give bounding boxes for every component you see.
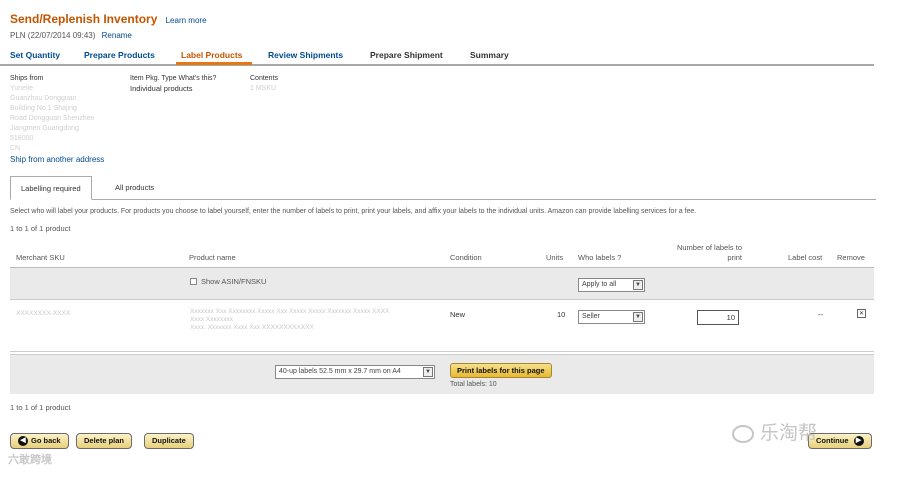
apply-to-all-value: Apply to all bbox=[582, 281, 617, 288]
column-remove: Remove bbox=[837, 253, 865, 262]
show-asin-checkbox[interactable] bbox=[190, 278, 197, 285]
column-label-cost: Label cost bbox=[788, 253, 823, 262]
product-name-line: Xxxx: Xxxxxxx Xxxx Xxx XXXXXXXXXXXX bbox=[190, 324, 314, 331]
item-sku[interactable]: XXXXXXXX-XXXX bbox=[16, 310, 70, 318]
learn-more-link[interactable]: Learn more bbox=[166, 16, 207, 25]
dropdown-arrow-icon: ▼ bbox=[633, 312, 643, 322]
ships-from-block: Ships from Yunelie Guanzhou Dongguan Bui… bbox=[10, 74, 94, 154]
continue-label: Continue bbox=[816, 436, 849, 445]
column-number-of-labels: Number of labels to print bbox=[676, 243, 742, 262]
item-units: 10 bbox=[557, 310, 566, 319]
address-line: Guanzhou Dongguan bbox=[10, 95, 77, 102]
plan-name: PLN (22/07/2014 09:43) bbox=[10, 31, 96, 40]
show-asin-label: Show ASIN/FNSKU bbox=[201, 277, 267, 286]
column-units[interactable]: Units bbox=[546, 253, 563, 262]
product-name-line: Xxxx Xxxxxxxx bbox=[190, 316, 233, 323]
column-merchant-sku[interactable]: Merchant SKU bbox=[16, 253, 65, 262]
delete-plan-button[interactable]: Delete plan bbox=[76, 433, 133, 449]
address-line: CN bbox=[10, 145, 21, 152]
product-name-line[interactable]: Xxxxxxx Xxx Xxxxxxxx Xxxxx Xxx Xxxxx Xxx… bbox=[190, 308, 440, 316]
products-table: Merchant SKU Product name Condition Unit… bbox=[10, 240, 874, 394]
table-header: Merchant SKU Product name Condition Unit… bbox=[10, 240, 874, 268]
pkg-type-label: Item Pkg. Type bbox=[130, 75, 177, 82]
label-format-select[interactable]: 40-up labels 52.5 mm x 29.7 mm on A4 ▼ bbox=[275, 365, 435, 379]
whats-this-link[interactable]: What's this? bbox=[179, 75, 217, 82]
column-condition[interactable]: Condition bbox=[450, 253, 482, 262]
workflow-steps: Set Quantity Prepare Products Label Prod… bbox=[0, 46, 874, 66]
address-line: Yunelie bbox=[10, 85, 33, 92]
wechat-icon bbox=[732, 424, 754, 443]
watermark-right-text: 乐淘帮 bbox=[760, 423, 818, 444]
step-prepare-products[interactable]: Prepare Products bbox=[84, 50, 155, 60]
step-set-quantity[interactable]: Set Quantity bbox=[10, 50, 60, 60]
address-line: Building No.1 Shajing bbox=[10, 105, 77, 112]
address-line: Jiangmen Guangdong bbox=[10, 125, 79, 132]
pkg-type-block: Item Pkg. Type What's this? Individual p… bbox=[130, 74, 216, 94]
contents-value: 1 MSKU bbox=[250, 85, 277, 92]
who-labels-select[interactable]: Seller ▼ bbox=[578, 310, 645, 324]
number-of-labels-input[interactable]: 10 bbox=[697, 310, 739, 325]
plan-name-line: PLN (22/07/2014 09:43) Rename bbox=[10, 31, 132, 40]
item-product-name: Xxxxxxx Xxx Xxxxxxxx Xxxxx Xxx Xxxxx Xxx… bbox=[190, 308, 440, 332]
product-count-top: 1 to 1 of 1 product bbox=[10, 224, 71, 233]
item-condition: New bbox=[450, 310, 466, 319]
contents-label: Contents bbox=[250, 75, 279, 82]
total-labels: Total labels: 10 bbox=[450, 381, 497, 388]
forward-arrow-icon: ▶ bbox=[853, 436, 864, 447]
page-title: Send/Replenish Inventory bbox=[10, 12, 158, 26]
label-tabs: Labelling required All products bbox=[10, 176, 876, 200]
go-back-button[interactable]: ◀ Go back bbox=[10, 433, 69, 449]
who-labels-value: Seller bbox=[582, 313, 600, 320]
back-arrow-icon: ◀ bbox=[18, 436, 28, 447]
step-review-shipments[interactable]: Review Shipments bbox=[268, 50, 343, 60]
watermark-right: 乐淘帮 bbox=[732, 418, 817, 445]
tab-all-products[interactable]: All products bbox=[105, 176, 164, 200]
pkg-type-value: Individual products bbox=[130, 84, 193, 93]
column-who-labels: Who labels ? bbox=[578, 253, 622, 262]
current-step-indicator bbox=[176, 62, 252, 65]
step-label-products[interactable]: Label Products bbox=[181, 50, 242, 60]
duplicate-button[interactable]: Duplicate bbox=[144, 433, 194, 449]
dropdown-arrow-icon: ▼ bbox=[633, 280, 643, 290]
contents-block: Contents 1 MSKU bbox=[250, 74, 278, 94]
table-row: XXXXXXXX-XXXX Xxxxxxx Xxx Xxxxxxxx Xxxxx… bbox=[10, 300, 874, 352]
apply-to-all-select[interactable]: Apply to all ▼ bbox=[578, 278, 645, 292]
print-labels-row: 40-up labels 52.5 mm x 29.7 mm on A4 ▼ P… bbox=[10, 354, 874, 394]
ships-from-label: Ships from bbox=[10, 75, 44, 82]
filter-row: Show ASIN/FNSKU Apply to all ▼ bbox=[10, 268, 874, 300]
remove-icon[interactable]: ✕ bbox=[857, 309, 866, 318]
item-label-cost: -- bbox=[818, 310, 823, 319]
address-line: Road Dongguan Shenzhen bbox=[10, 115, 95, 122]
tab-labelling-required[interactable]: Labelling required bbox=[10, 176, 92, 200]
column-product-name[interactable]: Product name bbox=[189, 253, 236, 262]
address-line: 518000 bbox=[10, 135, 34, 142]
instructions-text: Select who will label your products. For… bbox=[10, 208, 697, 215]
print-labels-button[interactable]: Print labels for this page bbox=[450, 363, 552, 378]
watermark-left: 六敢跨境 bbox=[8, 454, 52, 466]
label-format-value: 40-up labels 52.5 mm x 29.7 mm on A4 bbox=[279, 368, 401, 375]
step-summary: Summary bbox=[470, 50, 509, 60]
ship-from-other-address-link[interactable]: Ship from another address bbox=[10, 155, 104, 164]
go-back-label: Go back bbox=[31, 436, 61, 445]
rename-link[interactable]: Rename bbox=[102, 31, 132, 40]
dropdown-arrow-icon: ▼ bbox=[423, 367, 433, 377]
product-count-bottom: 1 to 1 of 1 product bbox=[10, 403, 71, 412]
continue-button[interactable]: Continue ▶ bbox=[808, 433, 872, 449]
step-prepare-shipment: Prepare Shipment bbox=[370, 50, 443, 60]
page-header: Send/Replenish Inventory Learn more bbox=[10, 12, 207, 26]
